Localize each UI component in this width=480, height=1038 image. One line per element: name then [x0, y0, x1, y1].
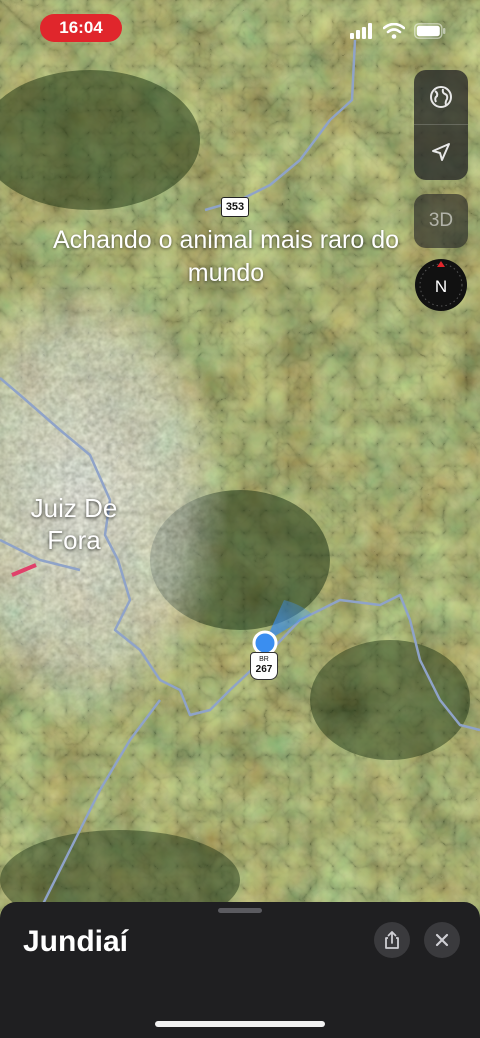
- shield-prefix: BR: [259, 656, 269, 663]
- location-arrow-icon: [432, 143, 450, 161]
- compass-icon: N: [415, 259, 467, 311]
- cellular-signal-icon: [350, 23, 372, 39]
- place-sheet[interactable]: Jundiaí: [0, 902, 480, 1038]
- view-3d-button[interactable]: 3D: [414, 194, 468, 248]
- locate-button[interactable]: [414, 125, 468, 179]
- battery-icon: [414, 23, 446, 39]
- globe-icon: [430, 86, 452, 108]
- sheet-grabber[interactable]: [218, 908, 262, 913]
- status-bar: 16:04: [0, 0, 480, 56]
- home-indicator[interactable]: [155, 1021, 325, 1027]
- map-mode-button[interactable]: [414, 70, 468, 124]
- status-icons: [350, 22, 446, 40]
- current-location-dot: [252, 630, 278, 656]
- share-button[interactable]: [374, 922, 410, 958]
- close-icon: [435, 933, 449, 947]
- place-title: Jundiaí: [23, 925, 129, 958]
- compass-label: N: [435, 277, 447, 296]
- highway-shield-353: 353: [221, 197, 249, 217]
- compass-button[interactable]: N: [414, 258, 468, 312]
- video-caption: Achando o animal mais raro do mundo: [52, 226, 400, 287]
- map-controls: [414, 70, 468, 180]
- highway-shield-br-267: BR 267: [250, 652, 278, 680]
- status-time[interactable]: 16:04: [40, 14, 122, 42]
- close-button[interactable]: [424, 922, 460, 958]
- shield-number: 267: [255, 664, 273, 675]
- city-label[interactable]: Juiz De Fora: [14, 492, 134, 556]
- wifi-icon: [383, 23, 405, 39]
- share-icon: [385, 931, 399, 949]
